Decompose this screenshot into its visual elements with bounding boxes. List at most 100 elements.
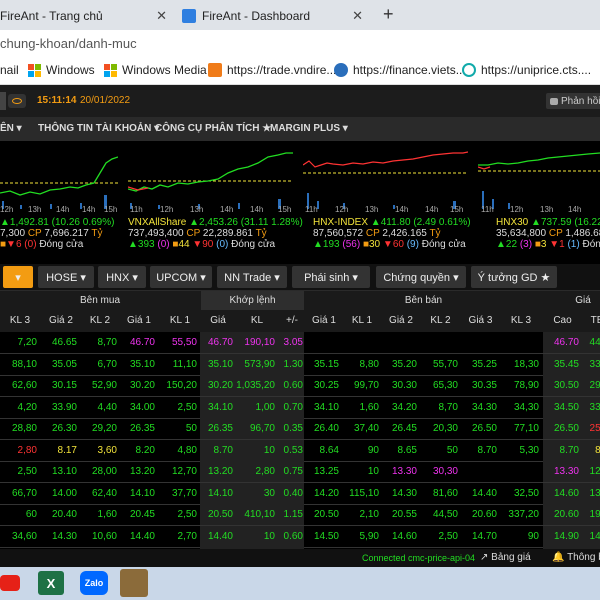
mini-chart-vnxallshare[interactable] — [128, 143, 293, 211]
column-header[interactable]: Giá 1 — [306, 315, 342, 326]
bookmark-uniprice[interactable]: https://uniprice.cts.... — [462, 63, 591, 77]
column-header[interactable]: KL 2 — [80, 315, 120, 326]
column-header[interactable]: Giá 3 — [461, 315, 500, 326]
table-row[interactable]: 2,80 8.17 3,60 8.20 4,80 8.70 10 0.53 8.64 90 8.65… — [0, 439, 600, 462]
column-header[interactable]: KL 3 — [500, 315, 542, 326]
price-board-link[interactable]: ↗ Bảng giá — [480, 552, 531, 563]
notifications-link[interactable]: 🔔 Thông báo — [552, 552, 600, 563]
sidebar-handle[interactable] — [0, 92, 6, 110]
table-cell: 2,50 — [177, 401, 197, 413]
table-cell: 33.4 — [589, 401, 600, 413]
feedback-button[interactable]: Phản hồi — [546, 93, 600, 109]
mini-chart-hnx-index[interactable] — [303, 143, 468, 211]
table-cell: 96,70 — [249, 423, 275, 434]
derivatives-dropdown[interactable]: Phái sinh ▾ — [292, 266, 370, 288]
table-cell: 0.53 — [283, 444, 303, 456]
bookmark-finance-vietstock[interactable]: https://finance.viets... — [334, 63, 466, 77]
column-header[interactable]: Giá 2 — [42, 315, 80, 326]
bookmark-windows-media[interactable]: Windows Media — [104, 63, 207, 77]
uniprice-icon — [462, 63, 476, 77]
table-cell: 62,60 — [11, 380, 37, 391]
game-app-icon[interactable] — [120, 569, 148, 597]
mini-chart-vnindex[interactable] — [0, 143, 118, 211]
table-row[interactable]: 62,60 30.15 52,90 30.20 150,20 30.20 1,035,20 0… — [0, 375, 600, 397]
table-cell: 34.30 — [471, 401, 497, 413]
column-header[interactable]: KL — [236, 315, 278, 326]
address-text[interactable]: chung-khoan/danh-muc — [0, 36, 137, 51]
column-header[interactable]: +/- — [278, 315, 306, 326]
upcom-dropdown[interactable]: UPCOM ▾ — [150, 266, 212, 288]
bookmark-windows[interactable]: Windows — [28, 63, 95, 77]
menu-item-analysis-tools[interactable]: CÔNG CỤ PHÂN TÍCH ★ — [155, 123, 271, 134]
index-volume: 737,493,400 — [128, 228, 184, 239]
column-header[interactable]: KL 3 — [0, 315, 40, 326]
column-header[interactable]: Giá 2 — [382, 315, 420, 326]
table-row[interactable]: 4,20 33.90 4,40 34.00 2,50 34.10 1,00 0.70 34.10… — [0, 396, 600, 419]
table-cell: 37,40 — [353, 423, 379, 434]
table-row[interactable]: 34,60 14.30 10,60 14.40 2,70 14.40 10 0.60 14.50… — [0, 525, 600, 548]
table-cell: 1,60 — [359, 401, 379, 413]
nn-trade-dropdown[interactable]: NN Trade ▾ — [217, 266, 287, 288]
table-row[interactable]: 7,20 46.65 8,70 46.70 55,50 46.70 190,10 3.05 46… — [0, 332, 600, 354]
index-change: (31.11 1.28%) — [240, 217, 303, 228]
new-tab-button[interactable]: + — [383, 4, 394, 25]
down-arrow-icon: ▼ — [6, 239, 16, 250]
table-cell: 8.20 — [135, 444, 155, 456]
index-ceiling-count: (3) — [519, 239, 533, 250]
menu-item-account-info[interactable]: THÔNG TIN TÀI KHOẢN ▾ — [38, 123, 159, 134]
column-header[interactable]: Cao — [543, 315, 582, 326]
table-cell: 0.60 — [283, 380, 303, 391]
index-summary-hnx30[interactable]: HNX30 ▲737.59 (16.22 35,634,800 CP 1,486… — [496, 217, 600, 250]
table-cell: 60 — [25, 509, 37, 520]
table-row[interactable]: 2,50 13.10 28,00 13.20 12,70 13.20 2,80 0.75 13.… — [0, 461, 600, 483]
bookmark-mail[interactable]: nail — [0, 63, 19, 77]
tick-label: 12h — [510, 205, 524, 214]
tick-label: 13h — [190, 205, 204, 214]
youtube-icon[interactable] — [0, 575, 20, 591]
index-status: Đóng cửa — [231, 239, 276, 250]
table-row[interactable]: 28,80 26.30 29,20 26.35 50 26.35 96,70 0.35 26.4… — [0, 418, 600, 440]
index-summary-vnindex[interactable]: ▲1,492.81 (10.26 0.69%) 7,300 CP 7,696.2… — [0, 217, 114, 250]
warrants-dropdown[interactable]: Chứng quyền ▾ — [376, 266, 466, 288]
notifications-label: Thông báo — [567, 552, 600, 563]
table-row[interactable]: 88,10 35.05 6,70 35.10 11,10 35.10 573,90 1.30 3… — [0, 353, 600, 376]
table-row[interactable]: 66,70 14.00 62,40 14.10 37,70 14.10 30 0.40 14.2… — [0, 482, 600, 505]
bookmark-vndirect[interactable]: https://trade.vndire... — [208, 63, 336, 77]
menu-item-margin-plus[interactable]: MARGIN PLUS ▾ — [270, 123, 348, 134]
trade-ideas-button[interactable]: Ý tưởng GD ★ — [471, 266, 557, 288]
table-cell: 35.10 — [129, 358, 155, 370]
close-tab-icon[interactable]: ✕ — [352, 8, 363, 24]
table-cell: 46.70 — [553, 337, 579, 348]
vndirect-icon — [208, 63, 222, 77]
zalo-icon[interactable]: Zalo — [80, 571, 108, 595]
tab-fireant-dashboard[interactable]: FireAnt - Dashboard ✕ — [176, 2, 371, 30]
column-header[interactable]: Giá 1 — [120, 315, 158, 326]
table-row[interactable]: 60 20.40 1,60 20.45 2,50 20.50 410,10 1.15 20.50… — [0, 504, 600, 526]
hnx-dropdown[interactable]: HNX ▾ — [98, 266, 146, 288]
column-header[interactable]: KL 2 — [420, 315, 461, 326]
column-header[interactable]: TB — [582, 315, 600, 326]
table-cell: 30,30 — [432, 466, 458, 477]
excel-icon[interactable]: X — [38, 571, 64, 595]
table-cell: 190,10 — [244, 337, 275, 348]
address-bar[interactable]: chung-khoan/danh-muc — [0, 30, 600, 58]
table-cell: 88,10 — [11, 358, 37, 370]
tab-fireant-home[interactable]: FireAnt - Trang chủ ✕ — [0, 2, 175, 30]
mini-chart-hnx30[interactable] — [478, 143, 600, 211]
group-header-matched: Khớp lệnh — [201, 291, 304, 311]
column-header[interactable]: Giá — [200, 315, 236, 326]
table-cell: 34.10 — [207, 401, 233, 413]
index-summary-vnxallshare[interactable]: VNXAllShare ▲2,453.26 (31.11 1.28%) 737,… — [128, 217, 303, 250]
eye-button[interactable] — [8, 94, 26, 108]
close-tab-icon[interactable]: ✕ — [156, 8, 167, 24]
column-header[interactable]: KL 1 — [342, 315, 382, 326]
table-cell: 46.65 — [51, 337, 77, 348]
bookmark-label: Windows Media — [122, 63, 207, 77]
watchlist-dropdown[interactable]: ▾ — [3, 266, 33, 288]
column-header[interactable]: KL 1 — [160, 315, 200, 326]
index-summary-hnx-index[interactable]: HNX-INDEX ▲411.80 (2.49 0.61%) 87,560,57… — [313, 217, 471, 250]
clock-time: 15:11:14 — [37, 95, 77, 106]
menu-item-partial[interactable]: ÊN ▾ — [0, 123, 22, 134]
hose-dropdown[interactable]: HOSE ▾ — [38, 266, 94, 288]
index-change: (16.22 — [574, 217, 600, 228]
